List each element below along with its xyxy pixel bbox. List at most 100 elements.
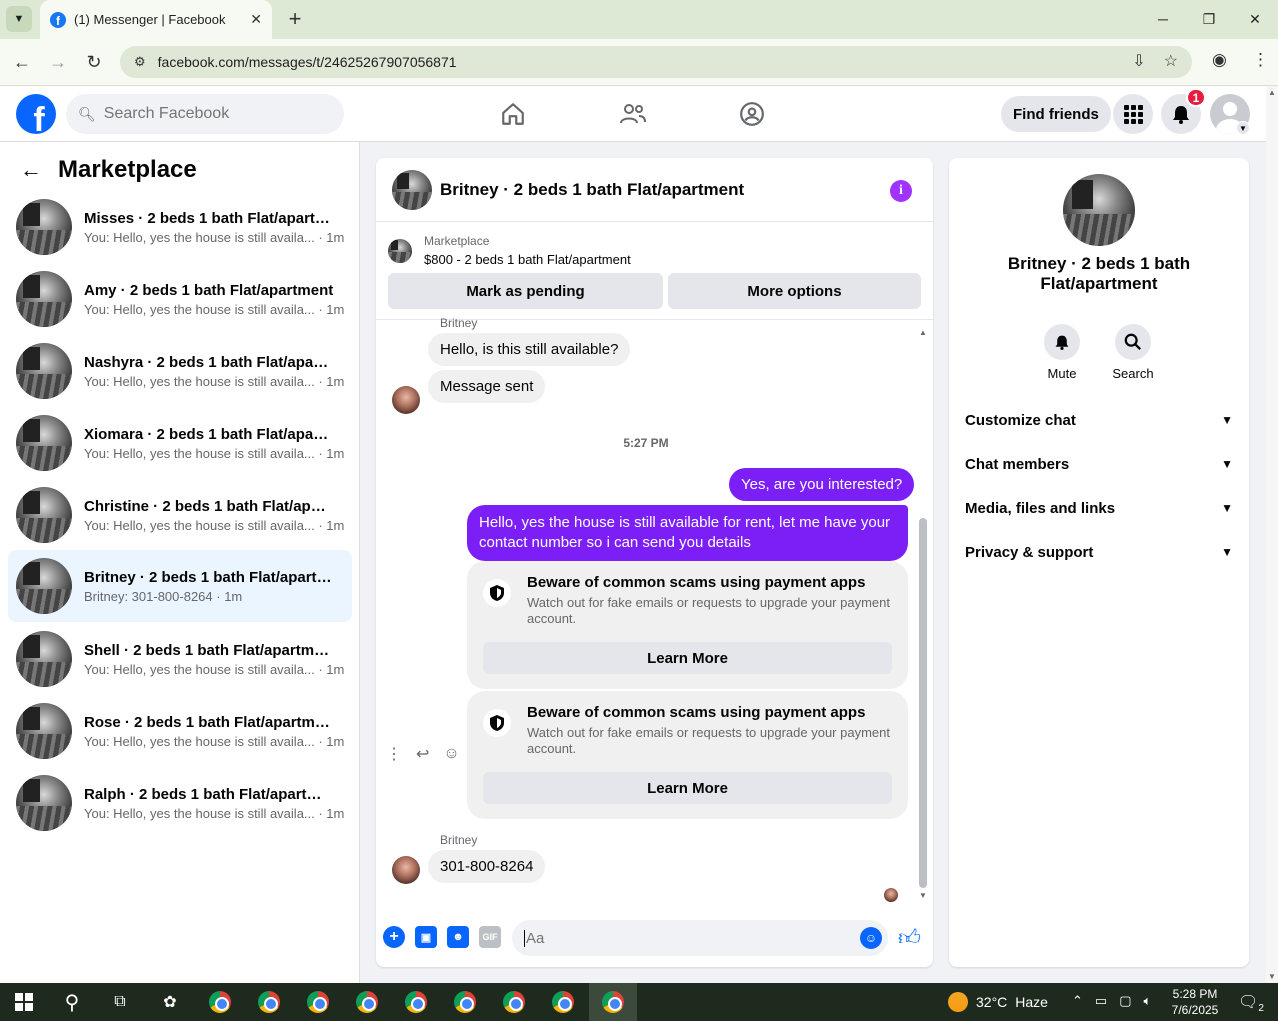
browser-profile-icon[interactable]: ◉	[1212, 50, 1227, 70]
reload-icon[interactable]: ↻	[82, 50, 106, 74]
sender-avatar[interactable]	[392, 856, 420, 884]
account-chevron-icon[interactable]: ▼	[1236, 121, 1250, 135]
meet-icon[interactable]: ▢	[1119, 993, 1131, 1009]
url-text[interactable]: facebook.com/messages/t/2462526790705687…	[158, 54, 457, 70]
conversation-item[interactable]: Amy · 2 beds 1 bath Flat/apartment You: H…	[8, 264, 352, 334]
conversation-item[interactable]: Nashyra · 2 beds 1 bath Flat/apart... You…	[8, 336, 352, 406]
chrome-icon[interactable]	[551, 990, 575, 1014]
taskbar-search-icon[interactable]: ⚲	[60, 990, 84, 1014]
chat-members-row[interactable]: Chat members ▼	[965, 449, 1233, 479]
chrome-icon[interactable]	[502, 990, 526, 1014]
facebook-search-input[interactable]	[103, 105, 324, 123]
conversation-item[interactable]: Ralph · 2 beds 1 bath Flat/apartment You:…	[8, 768, 352, 838]
more-options-button[interactable]: More options	[668, 273, 921, 309]
minimize-icon[interactable]: ─	[1140, 0, 1186, 38]
conversation-name: Xiomara · 2 beds 1 bath Flat/apart...	[84, 425, 334, 443]
facebook-logo-icon[interactable]: f	[16, 94, 56, 134]
site-info-icon[interactable]: ⚙	[134, 54, 146, 70]
seen-indicator-avatar	[884, 888, 898, 902]
more-vertical-icon[interactable]: ⋮	[386, 744, 402, 764]
weather-widget[interactable]: 32°C Haze	[948, 992, 1048, 1012]
incoming-message[interactable]: 301-800-8264	[428, 850, 546, 883]
find-friends-button[interactable]: Find friends	[1001, 96, 1111, 132]
incoming-message[interactable]: Message sent	[428, 370, 546, 403]
chrome-icon[interactable]	[306, 990, 330, 1014]
conversation-item[interactable]: Shell · 2 beds 1 bath Flat/apartment You:…	[8, 624, 352, 694]
info-icon[interactable]: i	[890, 180, 912, 202]
taskbar-clock[interactable]: 5:28 PM 7/6/2025	[1170, 986, 1220, 1018]
tab-search-button[interactable]: ▼	[6, 6, 32, 32]
listing-thumbnail	[16, 415, 72, 471]
groups-icon[interactable]	[736, 98, 768, 130]
incoming-message[interactable]: Hello, is this still available?	[428, 333, 631, 366]
close-tab-icon[interactable]: ✕	[250, 11, 262, 28]
mark-as-pending-button[interactable]: Mark as pending	[388, 273, 663, 309]
forward-arrow-icon[interactable]: →	[46, 50, 70, 74]
sticker-icon[interactable]: ☻	[447, 926, 469, 948]
install-app-icon[interactable]: ⇩	[1132, 51, 1145, 71]
message-input[interactable]	[524, 929, 844, 947]
chrome-icon[interactable]	[257, 990, 281, 1014]
chrome-icon[interactable]	[355, 990, 379, 1014]
chat-title[interactable]: Britney · 2 beds 1 bath Flat/apartment	[440, 180, 744, 200]
conversation-preview: Britney: 301-800-8264 · 1m	[84, 588, 243, 604]
new-tab-button[interactable]: +	[282, 6, 308, 32]
info-listing-thumbnail[interactable]	[1063, 174, 1135, 246]
url-bar[interactable]: ⚙ facebook.com/messages/t/24625267907056…	[120, 46, 1192, 78]
browser-tab[interactable]: f (1) Messenger | Facebook ✕	[40, 0, 272, 39]
chevron-down-icon: ▼	[1221, 413, 1233, 427]
page-scrollbar[interactable]: ▲ ▼	[1266, 86, 1278, 983]
back-arrow-icon[interactable]: ←	[20, 157, 42, 183]
conversation-item[interactable]: Misses · 2 beds 1 bath Flat/apartm... You…	[8, 192, 352, 262]
conversation-item[interactable]: Xiomara · 2 beds 1 bath Flat/apart... You…	[8, 408, 352, 478]
chrome-icon[interactable]	[601, 990, 625, 1014]
gif-icon[interactable]: GIF	[479, 926, 501, 948]
bookmark-star-icon[interactable]: ☆	[1164, 51, 1178, 71]
media-files-links-row[interactable]: Media, files and links ▼	[965, 493, 1233, 523]
haze-weather-icon	[948, 992, 968, 1012]
thumbs-up-icon[interactable]: 👍︎	[898, 924, 921, 951]
search-conversation-button[interactable]: Search	[1103, 324, 1163, 381]
volume-icon[interactable]: 🔈︎	[1144, 993, 1152, 1009]
close-window-icon[interactable]: ✕	[1232, 0, 1278, 38]
notification-center-icon[interactable]: 🗨︎2	[1238, 992, 1264, 1014]
marketplace-listing-row[interactable]: Marketplace $800 - 2 beds 1 bath Flat/ap…	[388, 234, 631, 267]
learn-more-button[interactable]: Learn More	[483, 642, 892, 674]
restore-icon[interactable]: ❐	[1186, 0, 1232, 38]
windows-start-icon[interactable]	[12, 990, 36, 1014]
reply-icon[interactable]: ↩	[416, 744, 429, 764]
app-icon[interactable]: ✿	[158, 990, 182, 1014]
task-view-icon[interactable]: ⧉	[108, 990, 132, 1014]
conversation-item-active[interactable]: Britney · 2 beds 1 bath Flat/apartm... Br…	[8, 550, 352, 622]
chat-listing-thumbnail[interactable]	[392, 169, 432, 210]
photo-icon[interactable]: ▣	[415, 926, 437, 948]
conversation-item[interactable]: Christine · 2 beds 1 bath Flat/apart... Y…	[8, 480, 352, 550]
facebook-search[interactable]: 🔍︎	[66, 94, 344, 134]
home-icon[interactable]	[497, 98, 529, 130]
emoji-icon[interactable]: ☺	[860, 927, 882, 949]
outgoing-message[interactable]: Yes, are you interested?	[729, 468, 915, 501]
customize-chat-row[interactable]: Customize chat ▼	[965, 405, 1233, 435]
show-hidden-icons-chevron-icon[interactable]: ⌃	[1072, 993, 1083, 1009]
conversation-name: Rose · 2 beds 1 bath Flat/apartment	[84, 713, 334, 731]
learn-more-button[interactable]: Learn More	[483, 772, 892, 804]
listing-thumbnail	[16, 703, 72, 759]
message-input-box[interactable]	[512, 920, 888, 956]
outgoing-message[interactable]: Hello, yes the house is still available …	[467, 505, 908, 561]
privacy-support-row[interactable]: Privacy & support ▼	[965, 537, 1233, 567]
chrome-icon[interactable]	[404, 990, 428, 1014]
conversation-item[interactable]: Rose · 2 beds 1 bath Flat/apartment You: …	[8, 696, 352, 766]
sender-avatar[interactable]	[392, 386, 420, 414]
add-plus-icon[interactable]: +	[383, 926, 405, 948]
chrome-icon[interactable]	[208, 990, 232, 1014]
chat-scrollbar[interactable]: ▲ ▼	[916, 328, 930, 900]
browser-menu-icon[interactable]: ⋮	[1252, 50, 1269, 70]
react-emoji-icon[interactable]: ☺	[443, 745, 459, 763]
mute-button[interactable]: Mute	[1032, 324, 1092, 381]
network-icon[interactable]: ▭	[1095, 993, 1107, 1009]
friends-icon[interactable]	[617, 98, 649, 130]
sender-name: Britney	[440, 833, 478, 847]
back-arrow-icon[interactable]: ←	[10, 50, 34, 74]
menu-grid-icon[interactable]	[1113, 94, 1153, 134]
chrome-icon[interactable]	[453, 990, 477, 1014]
